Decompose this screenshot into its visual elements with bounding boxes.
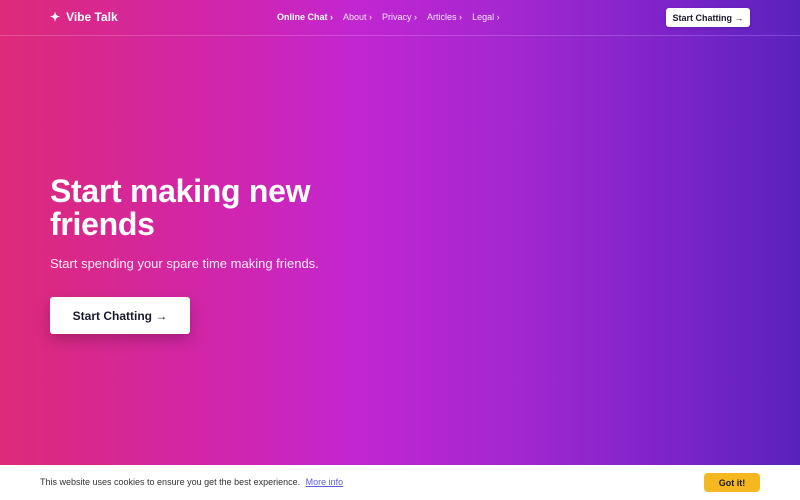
sparkle-icon: ✦ — [50, 10, 61, 24]
nav-item-about[interactable]: About › — [343, 12, 372, 22]
brand-name: Vibe Talk — [66, 10, 118, 24]
cookie-more-info-link[interactable]: More info — [306, 477, 344, 487]
nav-item-online-chat[interactable]: Online Chat › — [277, 12, 333, 22]
cookie-accept-button[interactable]: Got it! — [704, 473, 760, 492]
nav-menu: Online Chat › About › Privacy › Articles… — [277, 12, 500, 22]
cookie-message: This website uses cookies to ensure you … — [40, 477, 343, 487]
hero-subtitle: Start spending your spare time making fr… — [50, 256, 319, 271]
nav-item-privacy[interactable]: Privacy › — [382, 12, 417, 22]
brand-logo[interactable]: ✦ Vibe Talk — [50, 10, 118, 24]
nav-item-articles[interactable]: Articles › — [427, 12, 462, 22]
top-navbar: ✦ Vibe Talk Online Chat › About › Privac… — [0, 0, 800, 36]
nav-item-legal[interactable]: Legal › — [472, 12, 500, 22]
hero-title: Start making new friends — [50, 173, 311, 242]
nav-start-chatting-button[interactable]: Start Chatting → — [666, 8, 750, 27]
hero-start-chatting-button[interactable]: Start Chatting → — [50, 297, 190, 334]
cookie-text: This website uses cookies to ensure you … — [40, 477, 301, 487]
cookie-banner: This website uses cookies to ensure you … — [0, 465, 800, 500]
